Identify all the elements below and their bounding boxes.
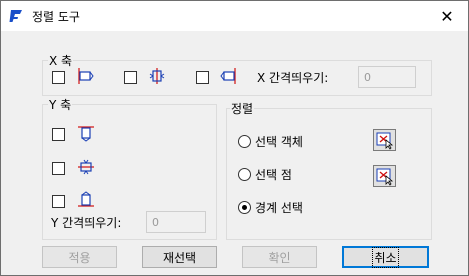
y-spacing-input[interactable]: 0 <box>146 211 206 233</box>
radio-selected-point[interactable] <box>238 168 251 181</box>
radio-boundary-select[interactable] <box>238 201 251 214</box>
y-axis-label: Y 축 <box>48 96 73 113</box>
close-button[interactable]: ✕ <box>426 1 468 31</box>
align-right-icon <box>220 68 236 84</box>
close-icon: ✕ <box>440 6 454 26</box>
x-spacing-label: X 간격띄우기: <box>257 71 329 85</box>
align-top-icon <box>78 126 94 142</box>
x-align-left-checkbox[interactable] <box>52 71 65 84</box>
x-spacing-input[interactable]: 0 <box>358 66 416 88</box>
ok-button[interactable]: 확인 <box>242 246 317 268</box>
y-align-top-checkbox[interactable] <box>52 128 65 141</box>
x-align-center-checkbox[interactable] <box>124 71 137 84</box>
align-middle-y-icon <box>78 159 94 175</box>
window-title: 정렬 도구 <box>32 10 80 24</box>
pick-object-icon <box>376 132 394 150</box>
align-center-x-icon <box>149 68 165 84</box>
y-align-middle-checkbox[interactable] <box>52 162 65 175</box>
app-logo-icon <box>9 10 22 22</box>
pick-object-button[interactable] <box>373 129 396 151</box>
radio-boundary-select-label[interactable]: 경계 선택 <box>255 199 303 216</box>
radio-selected-point-label[interactable]: 선택 점 <box>255 166 292 183</box>
pick-point-icon <box>376 168 394 186</box>
align-left-icon <box>78 68 94 84</box>
y-spacing-label: Y 간격띄우기: <box>51 216 122 230</box>
apply-button[interactable]: 적용 <box>42 246 117 268</box>
title-bar: 정렬 도구 ✕ <box>1 1 468 31</box>
radio-selected-object[interactable] <box>238 135 251 148</box>
x-align-right-checkbox[interactable] <box>196 71 209 84</box>
x-axis-label: X 축 <box>48 52 74 69</box>
radio-selected-dot <box>242 205 247 210</box>
align-label: 정렬 <box>230 100 255 117</box>
align-tool-dialog: 정렬 도구 ✕ X 축 X 간격띄우기: 0 Y 축 Y 간격띄우기: 0 정렬… <box>0 0 469 276</box>
reselect-button[interactable]: 재선택 <box>142 246 217 268</box>
pick-point-button[interactable] <box>373 165 396 187</box>
align-bottom-icon <box>78 191 94 207</box>
y-align-bottom-checkbox[interactable] <box>52 195 65 208</box>
radio-selected-object-label[interactable]: 선택 객체 <box>255 133 303 150</box>
cancel-button[interactable]: 취소 <box>342 246 429 268</box>
